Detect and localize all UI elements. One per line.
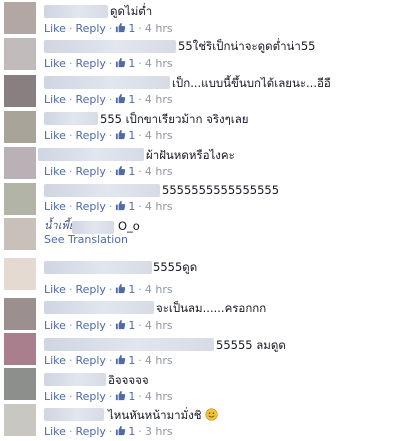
like-link[interactable]: Like (44, 283, 66, 296)
comment-actions: Like · Reply · 1 · 4 hrs (44, 200, 173, 213)
like-link[interactable]: Like (44, 200, 66, 213)
reply-link[interactable]: Reply (75, 354, 105, 367)
avatar[interactable] (4, 75, 36, 107)
timestamp[interactable]: 4 hrs (145, 57, 173, 70)
thumbs-up-icon[interactable] (115, 425, 126, 436)
thumbs-up-icon[interactable] (115, 319, 126, 330)
comment-text-content: ไหนหันหน้ามามั่งชิ (108, 408, 202, 422)
timestamp[interactable]: 4 hrs (145, 354, 173, 367)
timestamp[interactable]: 4 hrs (145, 93, 173, 106)
comment-actions: Like · Reply · 1 · 4 hrs (44, 22, 173, 35)
avatar[interactable] (4, 404, 36, 436)
commenter-name-redacted[interactable] (44, 373, 106, 386)
thumbs-up-icon[interactable] (115, 93, 126, 104)
avatar[interactable] (4, 147, 36, 179)
thumbs-up-icon[interactable] (115, 129, 126, 140)
thumbs-up-icon[interactable] (115, 22, 126, 33)
reply-link[interactable]: Reply (75, 200, 105, 213)
thumbs-up-icon[interactable] (115, 200, 126, 211)
like-link[interactable]: Like (44, 390, 66, 403)
avatar[interactable] (4, 333, 36, 365)
comment-actions: Like · Reply · 1 · 4 hrs (44, 283, 173, 296)
like-link[interactable]: Like (44, 165, 66, 178)
avatar[interactable] (4, 38, 36, 70)
reply-link[interactable]: Reply (75, 57, 105, 70)
comment-text: 55555 ลมดูด (216, 338, 286, 352)
comment-text: ไหนหันหน้ามามั่งชิ (108, 407, 218, 423)
comment-text: จะเป็นลม......ครอกกก (156, 301, 267, 315)
reply-link[interactable]: Reply (75, 283, 105, 296)
comment-actions: Like · Reply · 1 · 4 hrs (44, 129, 173, 142)
thumbs-up-icon[interactable] (115, 283, 126, 294)
commenter-name-redacted[interactable] (44, 184, 160, 197)
comment-text: ผ้าฝันหดหรือไงคะ (146, 148, 235, 162)
comment-text: เป็ก...แบบนี้ขึ้นบกได้เลยนะ...อีอี (172, 76, 331, 90)
timestamp[interactable]: 4 hrs (145, 390, 173, 403)
timestamp[interactable]: 4 hrs (145, 319, 173, 332)
comment-text: ดูดไม่ต่ำ (110, 4, 153, 18)
like-link[interactable]: Like (44, 22, 66, 35)
commenter-name-redacted[interactable] (44, 5, 108, 18)
timestamp[interactable]: 3 hrs (145, 425, 173, 438)
comment-actions: Like · Reply · 1 · 4 hrs (44, 165, 173, 178)
avatar[interactable] (4, 183, 36, 215)
thumbs-up-icon[interactable] (115, 57, 126, 68)
reply-link[interactable]: Reply (75, 390, 105, 403)
thumbs-up-icon[interactable] (115, 165, 126, 176)
like-link[interactable]: Like (44, 129, 66, 142)
timestamp[interactable]: 4 hrs (145, 283, 173, 296)
reply-link[interactable]: Reply (75, 425, 105, 438)
like-link[interactable]: Like (44, 425, 66, 438)
commenter-name-redacted[interactable] (44, 338, 214, 351)
reply-link[interactable]: Reply (75, 22, 105, 35)
timestamp[interactable]: 4 hrs (145, 200, 173, 213)
avatar[interactable] (4, 2, 36, 34)
comment-actions: Like · Reply · 1 · 4 hrs (44, 93, 173, 106)
reply-link[interactable]: Reply (75, 93, 105, 106)
smile-emoji-icon (205, 408, 218, 421)
avatar[interactable] (4, 298, 36, 330)
reply-link[interactable]: Reply (75, 319, 105, 332)
commenter-name-redacted[interactable] (44, 408, 104, 421)
like-link[interactable]: Like (44, 354, 66, 367)
reply-link[interactable]: Reply (75, 165, 105, 178)
comment-text: 555 เป็กขาเรียวม้าก จริงๆเลย (100, 112, 249, 126)
comment-actions: Like · Reply · 1 · 3 hrs (44, 425, 173, 438)
comment-text: 5555555555555555 (162, 183, 280, 197)
timestamp[interactable]: 4 hrs (145, 165, 173, 178)
avatar[interactable] (4, 218, 36, 250)
comment-actions: Like · Reply · 1 · 4 hrs (44, 354, 173, 367)
comment-actions: Like · Reply · 1 · 4 hrs (44, 319, 173, 332)
avatar[interactable] (4, 111, 36, 143)
see-translation-link[interactable]: See Translation (44, 232, 128, 248)
comment-thread: ดูดไม่ต่ำ Like · Reply · 1 · 4 hrs 55ใช่ริเป็ก… (0, 0, 400, 441)
timestamp[interactable]: 4 hrs (145, 22, 173, 35)
commenter-name-redacted[interactable] (44, 40, 176, 53)
comment-text: อิจจจจจ (108, 373, 149, 387)
reply-link[interactable]: Reply (75, 129, 105, 142)
avatar[interactable] (4, 258, 36, 290)
comment-text: 55ใช่ริเป็กน่าจะดูดต่ำน่า55 (178, 39, 316, 53)
like-link[interactable]: Like (44, 93, 66, 106)
commenter-name-redacted[interactable] (44, 112, 98, 125)
comment-actions: Like · Reply · 1 · 4 hrs (44, 390, 173, 403)
commenter-name-redacted[interactable] (44, 261, 152, 274)
avatar[interactable] (4, 368, 36, 400)
like-link[interactable]: Like (44, 57, 66, 70)
comment-text: 5555ดูด (153, 260, 198, 274)
commenter-name-redacted[interactable] (38, 148, 144, 161)
commenter-name-redacted[interactable] (44, 76, 170, 89)
commenter-name-redacted[interactable] (44, 301, 154, 314)
thumbs-up-icon[interactable] (115, 354, 126, 365)
thumbs-up-icon[interactable] (115, 390, 126, 401)
timestamp[interactable]: 4 hrs (145, 129, 173, 142)
comment-actions: Like · Reply · 1 · 4 hrs (44, 57, 173, 70)
like-link[interactable]: Like (44, 319, 66, 332)
